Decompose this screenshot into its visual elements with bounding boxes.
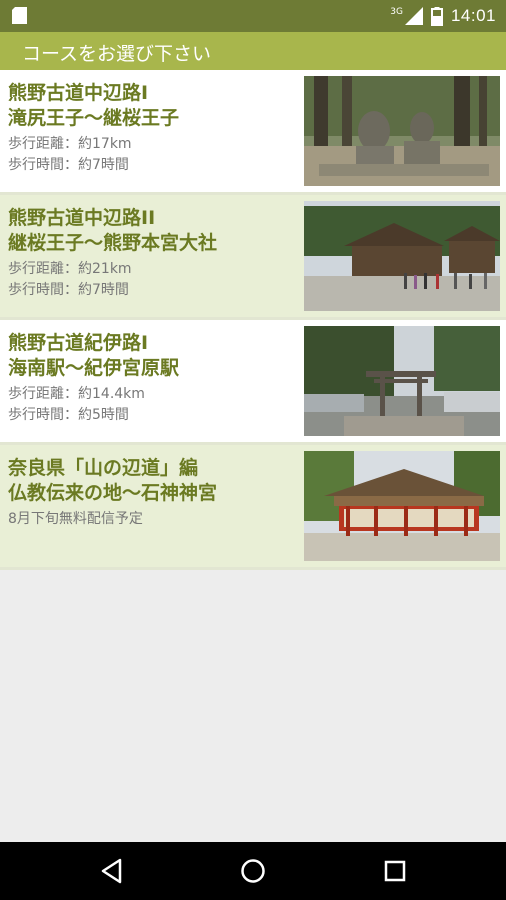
course-time: 歩行時間：約7時間 (8, 282, 129, 298)
clock: 14:01 (450, 6, 496, 25)
course-availability: 8月下旬無料配信予定 (8, 511, 143, 527)
course-title-line2: 海南駅～紀伊宮原駅 (8, 357, 180, 379)
signal-icon (404, 7, 423, 25)
course-title-line1: 熊野古道中辺路II (8, 207, 156, 229)
hongu-taisha-shrine-photo (304, 201, 500, 311)
battery-icon (430, 6, 443, 26)
sd-card-icon (12, 7, 27, 24)
course-title-line1: 熊野古道中辺路I (8, 82, 149, 104)
course-distance: 歩行距離：約14.4km (8, 386, 145, 402)
back-icon[interactable] (96, 855, 128, 887)
torii-gate-photo (304, 326, 500, 436)
navigation-bar (0, 842, 506, 900)
course-title-line2: 滝尻王子～継桜王子 (8, 107, 180, 129)
course-title-line1: 奈良県「山の辺道」編 (8, 457, 199, 479)
page-title: コースをお選び下さい (22, 43, 212, 65)
course-title-line1: 熊野古道紀伊路I (8, 332, 149, 354)
course-title-line2: 仏教伝来の地～石神神宮 (8, 482, 218, 504)
course-item[interactable]: 熊野古道中辺路I 滝尻王子～継桜王子 歩行距離：約17km 歩行時間：約7時間 (0, 70, 506, 195)
status-bar: 3G 14:01 (0, 0, 506, 32)
course-item[interactable]: 熊野古道中辺路II 継桜王子～熊野本宮大社 歩行距離：約21km 歩行時間：約7… (0, 195, 506, 320)
course-distance: 歩行距離：約17km (8, 136, 132, 152)
recents-icon[interactable] (379, 855, 411, 887)
network-type-label: 3G (390, 7, 403, 17)
course-distance: 歩行距離：約21km (8, 261, 132, 277)
course-item[interactable]: 熊野古道紀伊路I 海南駅～紀伊宮原駅 歩行距離：約14.4km 歩行時間：約5時… (0, 320, 506, 445)
course-list: 熊野古道中辺路I 滝尻王子～継桜王子 歩行距離：約17km 歩行時間：約7時間 … (0, 70, 506, 570)
course-title-line2: 継桜王子～熊野本宮大社 (8, 232, 218, 254)
red-shrine-photo (304, 451, 500, 561)
stone-statues-forest-photo (304, 76, 500, 186)
course-item[interactable]: 奈良県「山の辺道」編 仏教伝来の地～石神神宮 8月下旬無料配信予定 (0, 445, 506, 570)
course-time: 歩行時間：約5時間 (8, 407, 129, 423)
app-bar: コースをお選び下さい (0, 32, 506, 70)
course-time: 歩行時間：約7時間 (8, 157, 129, 173)
home-icon[interactable] (237, 855, 269, 887)
